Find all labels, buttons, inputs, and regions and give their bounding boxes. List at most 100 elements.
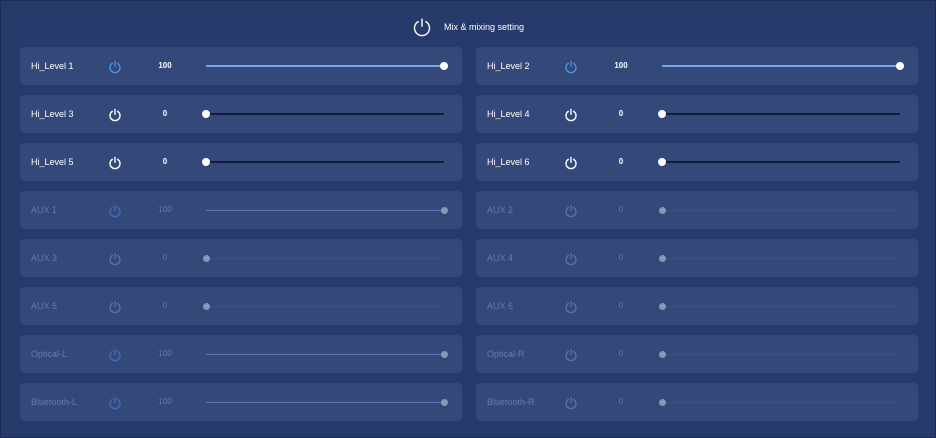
- power-toggle-icon[interactable]: [108, 156, 122, 170]
- level-slider[interactable]: [659, 398, 900, 406]
- level-slider[interactable]: [662, 62, 904, 70]
- channel-card-aux-6: AUX 6 0: [476, 287, 918, 325]
- header: Mix & mixing setting: [0, 13, 936, 41]
- slider-thumb[interactable]: [202, 110, 210, 118]
- channel-card-aux-5: AUX 5 0: [20, 287, 462, 325]
- power-toggle-icon[interactable]: [564, 396, 578, 410]
- power-toggle-icon[interactable]: [108, 348, 122, 362]
- slider-fill: [206, 65, 444, 67]
- power-toggle-icon[interactable]: [564, 156, 578, 170]
- slider-track: [206, 258, 444, 259]
- channel-card-hi-level-4: Hi_Level 4 0: [476, 95, 918, 133]
- level-slider[interactable]: [206, 206, 448, 214]
- channel-label: AUX 4: [487, 253, 514, 263]
- slider-thumb[interactable]: [659, 206, 666, 214]
- level-slider[interactable]: [203, 302, 444, 310]
- level-slider[interactable]: [202, 110, 444, 118]
- slider-thumb[interactable]: [659, 350, 666, 358]
- power-toggle-icon[interactable]: [564, 60, 578, 74]
- channel-card-aux-1: AUX 1 100: [20, 191, 462, 229]
- channel-label: AUX 2: [487, 205, 514, 215]
- channel-value: 0: [618, 349, 624, 358]
- slider-fill: [206, 210, 444, 211]
- slider-thumb[interactable]: [659, 302, 666, 310]
- power-toggle-icon[interactable]: [564, 300, 578, 314]
- channel-value: 100: [158, 205, 172, 214]
- slider-thumb[interactable]: [441, 206, 448, 214]
- channel-label: AUX 3: [31, 253, 58, 263]
- slider-thumb[interactable]: [441, 350, 448, 358]
- level-slider[interactable]: [206, 350, 448, 358]
- slider-thumb[interactable]: [203, 302, 210, 310]
- slider-thumb[interactable]: [896, 62, 904, 70]
- slider-fill: [206, 402, 444, 403]
- channel-label: Hi_Level 5: [31, 157, 74, 167]
- level-slider[interactable]: [206, 398, 448, 406]
- power-toggle-icon[interactable]: [564, 252, 578, 266]
- slider-fill: [662, 65, 900, 67]
- slider-thumb[interactable]: [659, 254, 666, 262]
- slider-fill: [206, 354, 444, 355]
- slider-thumb[interactable]: [659, 398, 666, 406]
- channel-value: 0: [618, 301, 624, 310]
- slider-thumb[interactable]: [658, 110, 666, 118]
- channel-value: 0: [618, 397, 624, 406]
- level-slider[interactable]: [658, 110, 900, 118]
- channel-card-aux-2: AUX 2 0: [476, 191, 918, 229]
- channel-label: Bluetooth-L: [31, 397, 78, 407]
- channel-label: Optical-L: [31, 349, 68, 359]
- channel-value: 0: [162, 253, 168, 262]
- level-slider[interactable]: [659, 206, 900, 214]
- channel-value: 0: [162, 157, 168, 166]
- master-power-icon[interactable]: [412, 17, 432, 37]
- channel-card-aux-3: AUX 3 0: [20, 239, 462, 277]
- channel-card-hi-level-3: Hi_Level 3 0: [20, 95, 462, 133]
- channel-card-hi-level-6: Hi_Level 6 0: [476, 143, 918, 181]
- power-toggle-icon[interactable]: [564, 204, 578, 218]
- channel-label: Hi_Level 2: [487, 61, 530, 71]
- level-slider[interactable]: [658, 158, 900, 166]
- channel-card-bluetooth-r: Bluetooth-R 0: [476, 383, 918, 421]
- level-slider[interactable]: [203, 254, 444, 262]
- slider-thumb[interactable]: [440, 62, 448, 70]
- channel-value: 0: [162, 109, 168, 118]
- slider-thumb[interactable]: [202, 158, 210, 166]
- level-slider[interactable]: [206, 62, 448, 70]
- channel-value: 0: [618, 109, 624, 118]
- slider-track: [662, 402, 900, 403]
- power-toggle-icon[interactable]: [564, 108, 578, 122]
- power-toggle-icon[interactable]: [108, 396, 122, 410]
- channel-value: 0: [618, 157, 624, 166]
- channel-value: 100: [158, 61, 172, 70]
- power-toggle-icon[interactable]: [108, 60, 122, 74]
- channel-card-optical-l: Optical-L 100: [20, 335, 462, 373]
- slider-track: [662, 113, 900, 115]
- channel-card-hi-level-2: Hi_Level 2 100: [476, 47, 918, 85]
- channel-value: 100: [158, 397, 172, 406]
- channel-label: Hi_Level 6: [487, 157, 530, 167]
- slider-thumb[interactable]: [203, 254, 210, 262]
- channel-value: 0: [162, 301, 168, 310]
- channel-card-hi-level-5: Hi_Level 5 0: [20, 143, 462, 181]
- channel-card-hi-level-1: Hi_Level 1 100: [20, 47, 462, 85]
- level-slider[interactable]: [659, 302, 900, 310]
- channel-grid: Hi_Level 1 100 Hi_Level 2 100 Hi_Level 3 0 Hi_…: [20, 47, 918, 421]
- level-slider[interactable]: [659, 254, 900, 262]
- channel-label: Hi_Level 3: [31, 109, 74, 119]
- power-toggle-icon[interactable]: [108, 108, 122, 122]
- channel-label: Hi_Level 1: [31, 61, 74, 71]
- power-toggle-icon[interactable]: [564, 348, 578, 362]
- slider-track: [206, 306, 444, 307]
- slider-thumb[interactable]: [658, 158, 666, 166]
- slider-track: [662, 161, 900, 163]
- power-toggle-icon[interactable]: [108, 204, 122, 218]
- power-toggle-icon[interactable]: [108, 300, 122, 314]
- channel-label: AUX 5: [31, 301, 58, 311]
- level-slider[interactable]: [202, 158, 444, 166]
- power-toggle-icon[interactable]: [108, 252, 122, 266]
- channel-value: 0: [618, 253, 624, 262]
- page-title: Mix & mixing setting: [443, 22, 525, 32]
- level-slider[interactable]: [659, 350, 900, 358]
- slider-thumb[interactable]: [441, 398, 448, 406]
- slider-track: [662, 354, 900, 355]
